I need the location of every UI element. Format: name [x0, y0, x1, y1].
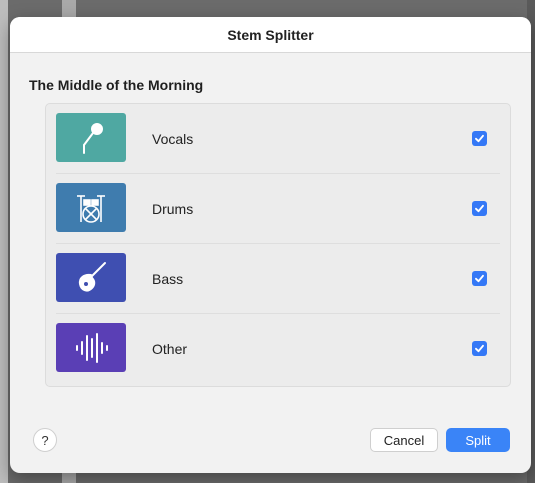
- stem-row-other: Other: [46, 314, 510, 384]
- stem-label-bass: Bass: [152, 271, 184, 287]
- checkbox-vocals[interactable]: [472, 131, 487, 146]
- stem-list: Vocals Drums Bass Other: [45, 103, 511, 387]
- checkbox-drums[interactable]: [472, 201, 487, 216]
- dialog-title: Stem Splitter: [10, 17, 531, 53]
- stem-label-other: Other: [152, 341, 188, 357]
- stem-splitter-dialog: Stem Splitter The Middle of the Morning …: [10, 17, 531, 473]
- stem-row-drums: Drums: [46, 174, 510, 244]
- stem-label-drums: Drums: [152, 201, 194, 217]
- checkbox-bass[interactable]: [472, 271, 487, 286]
- stem-label-vocals: Vocals: [152, 131, 194, 147]
- stem-row-vocals: Vocals: [46, 104, 510, 174]
- checkbox-other[interactable]: [472, 341, 487, 356]
- bass-guitar-icon: [56, 253, 126, 302]
- stem-row-bass: Bass: [46, 244, 510, 314]
- waveform-icon: [56, 323, 126, 372]
- drum-kit-icon: [56, 183, 126, 232]
- help-button[interactable]: ?: [33, 428, 57, 452]
- song-title: The Middle of the Morning: [29, 77, 204, 93]
- cancel-button[interactable]: Cancel: [370, 428, 438, 452]
- microphone-icon: [56, 113, 126, 162]
- backdrop-strip-left: [0, 0, 8, 483]
- split-button[interactable]: Split: [446, 428, 510, 452]
